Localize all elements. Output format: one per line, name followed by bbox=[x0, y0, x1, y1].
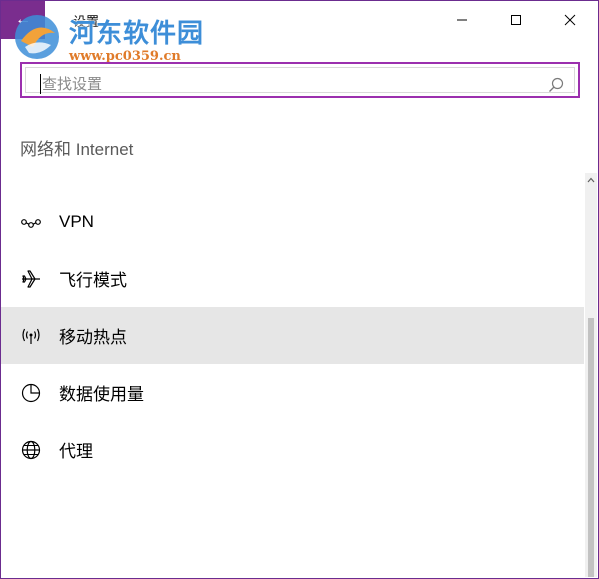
minimize-button[interactable] bbox=[439, 1, 485, 39]
scroll-up-button[interactable] bbox=[585, 173, 597, 187]
nav-item-label: 数据使用量 bbox=[59, 385, 144, 404]
minimize-icon bbox=[457, 19, 467, 21]
nav-item-label: 代理 bbox=[59, 442, 93, 461]
nav-item-label: 移动热点 bbox=[59, 328, 127, 347]
vpn-icon bbox=[21, 218, 41, 228]
section-title: 网络和 Internet bbox=[20, 140, 134, 159]
nav-item-airplane-mode[interactable]: 飞行模式 bbox=[1, 250, 584, 307]
vertical-scrollbar[interactable] bbox=[585, 173, 597, 577]
search-box[interactable] bbox=[20, 62, 580, 98]
search-icon[interactable] bbox=[548, 77, 564, 93]
scrollbar-thumb[interactable] bbox=[588, 318, 594, 577]
chevron-up-icon bbox=[587, 177, 595, 183]
globe-icon bbox=[21, 440, 41, 459]
close-button[interactable] bbox=[547, 1, 593, 39]
hotspot-icon bbox=[22, 328, 40, 344]
nav-item-proxy[interactable]: 代理 bbox=[1, 421, 584, 478]
data-usage-icon bbox=[21, 383, 41, 402]
settings-window: ← 设置 河东软件园 www.pc0359.cn 查找设置 网络和 Intern… bbox=[0, 0, 599, 579]
title-bar: ← 设置 bbox=[1, 1, 598, 39]
maximize-icon bbox=[511, 15, 521, 25]
airplane-icon bbox=[22, 269, 40, 288]
window-title: 设置 bbox=[73, 14, 100, 29]
maximize-button[interactable] bbox=[493, 1, 539, 39]
nav-item-label: 飞行模式 bbox=[59, 271, 127, 290]
nav-list: VPN 飞行模式 移动热点 数据使用量 代理 bbox=[1, 193, 584, 478]
close-icon bbox=[564, 14, 576, 26]
search-inner-frame bbox=[25, 67, 575, 94]
nav-item-label: VPN bbox=[59, 211, 94, 231]
nav-item-data-usage[interactable]: 数据使用量 bbox=[1, 364, 584, 421]
search-input[interactable] bbox=[40, 74, 542, 94]
back-arrow-icon: ← bbox=[15, 11, 31, 28]
nav-item-vpn[interactable]: VPN bbox=[1, 193, 584, 250]
nav-item-mobile-hotspot[interactable]: 移动热点 bbox=[1, 307, 584, 364]
back-button[interactable]: ← bbox=[1, 1, 45, 39]
